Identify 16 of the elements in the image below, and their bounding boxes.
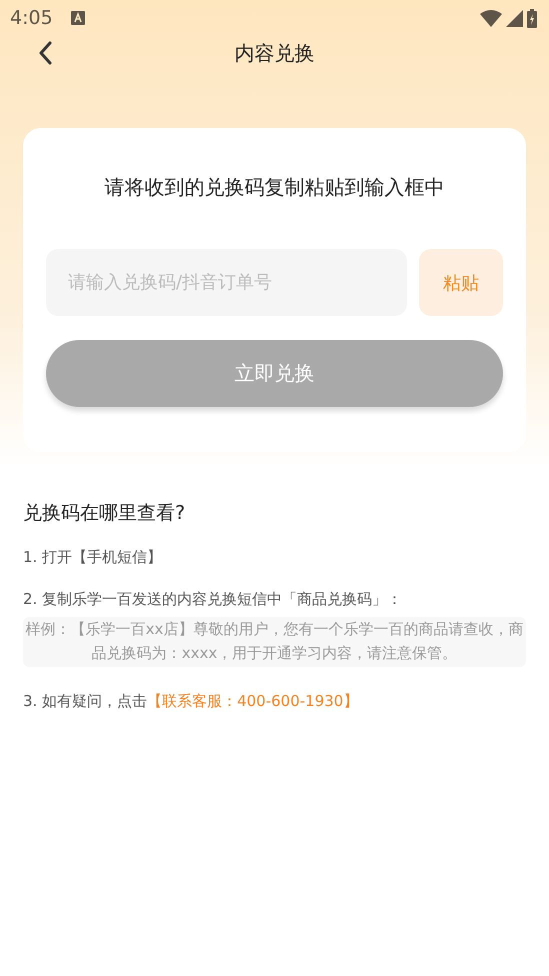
signal-icon [506, 10, 523, 26]
instruction-text: 请将收到的兑换码复制粘贴到输入框中 [104, 174, 446, 201]
contact-service-link[interactable]: 【联系客服：400-600-1930】 [147, 692, 358, 710]
help-heading: 兑换码在哪里查看? [23, 501, 186, 526]
code-input-field[interactable]: 请输入兑换码/抖音订单号 [46, 249, 407, 316]
paste-button[interactable]: 粘贴 [419, 249, 503, 316]
step-text: 2. 复制乐学一百发送的内容兑换短信中「商品兑换码」： [23, 590, 404, 609]
page-title: 内容兑换 [234, 40, 314, 66]
battery-icon [527, 8, 537, 28]
back-icon[interactable] [38, 41, 52, 65]
step-text: 3. 如有疑问，点击 [23, 692, 148, 710]
wifi-icon [480, 10, 502, 26]
sample-message: 样例：【乐学一百xx店】尊敬的用户，您有一个乐学一百的商品请查收，商品兑换码为：xxxx，用于开通学习内容，请注意保管。 [23, 617, 526, 667]
status-time: 4:05 [10, 7, 53, 29]
keyboard-letter-icon [70, 11, 85, 25]
step-text: 1. 打开【手机短信】 [23, 548, 164, 567]
